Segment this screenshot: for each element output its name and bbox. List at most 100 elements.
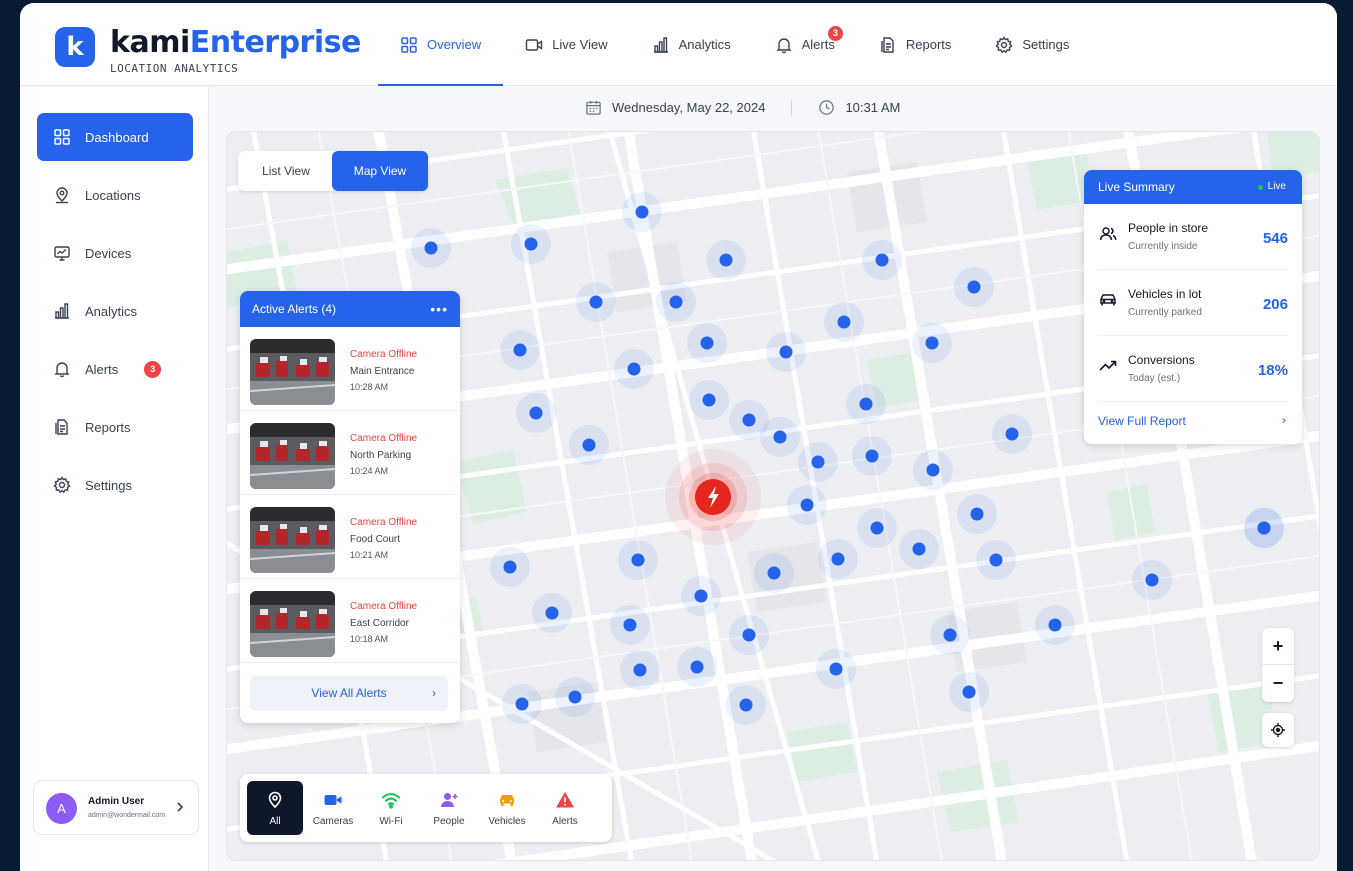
device-marker[interactable]: [976, 540, 1016, 580]
summary-row-people: People in store Currently inside 546: [1098, 204, 1288, 270]
device-marker[interactable]: [689, 380, 729, 420]
wifi-icon: [381, 793, 401, 809]
alert-item[interactable]: Camera Offline Food Court 10:21 AM: [240, 495, 460, 579]
alert-item[interactable]: Camera Offline East Corridor 10:18 AM: [240, 579, 460, 663]
device-marker[interactable]: [555, 677, 595, 717]
device-marker[interactable]: [532, 593, 572, 633]
topnav-settings[interactable]: Settings: [973, 3, 1091, 86]
device-marker[interactable]: [656, 282, 696, 322]
view-all-alerts-label: View All Alerts: [311, 686, 387, 700]
topnav-alerts[interactable]: Alerts 3: [753, 3, 857, 86]
device-marker[interactable]: [760, 417, 800, 457]
device-marker[interactable]: [1244, 508, 1284, 548]
device-marker[interactable]: [620, 650, 660, 690]
device-marker[interactable]: [614, 349, 654, 389]
device-marker[interactable]: [766, 332, 806, 372]
live-indicator: Live: [1257, 170, 1286, 204]
device-marker[interactable]: [857, 508, 897, 548]
device-marker[interactable]: [576, 282, 616, 322]
device-marker[interactable]: [852, 436, 892, 476]
device-marker[interactable]: [1132, 560, 1172, 600]
device-marker[interactable]: [912, 323, 952, 363]
map-view[interactable]: List View Map View Active Alerts (4) •••…: [226, 131, 1320, 861]
sidebar-item-reports[interactable]: Reports: [37, 403, 193, 451]
chevron-right-icon: ›: [432, 686, 436, 700]
sidebar-item-settings[interactable]: Settings: [37, 461, 193, 509]
chevron-right-icon[interactable]: ›: [1282, 413, 1286, 427]
more-options-icon[interactable]: •••: [430, 291, 448, 327]
view-all-alerts-button[interactable]: View All Alerts ›: [250, 676, 448, 711]
device-marker[interactable]: [622, 192, 662, 232]
device-marker[interactable]: [687, 323, 727, 363]
summary-value: 546: [1262, 230, 1288, 247]
device-marker[interactable]: [677, 647, 717, 687]
topnav-analytics[interactable]: Analytics: [630, 3, 753, 86]
alert-item[interactable]: Camera Offline North Parking 10:24 AM: [240, 411, 460, 495]
device-marker[interactable]: [862, 240, 902, 280]
device-marker[interactable]: [681, 576, 721, 616]
device-marker[interactable]: [992, 414, 1032, 454]
filter-cameras[interactable]: Cameras: [305, 781, 361, 835]
device-marker[interactable]: [618, 540, 658, 580]
user-profile-card[interactable]: A Admin User admin@wondermail.com: [33, 780, 199, 835]
sidebar-item-analytics[interactable]: Analytics: [37, 287, 193, 335]
device-marker[interactable]: [511, 224, 551, 264]
device-marker[interactable]: [610, 605, 650, 645]
list-view-button[interactable]: List View: [244, 151, 328, 191]
device-marker[interactable]: [502, 684, 542, 724]
topnav-label: Reports: [905, 37, 952, 52]
zoom-out-button[interactable]: −: [1262, 665, 1294, 702]
topnav-live-view[interactable]: Live View: [503, 3, 629, 86]
alert-item[interactable]: Camera Offline Main Entrance 10:28 AM: [240, 327, 460, 411]
filter-people[interactable]: People: [421, 781, 477, 835]
location-pin-icon: [56, 187, 68, 204]
device-marker[interactable]: [726, 685, 766, 725]
alert-marker[interactable]: [665, 449, 761, 545]
zoom-controls: + −: [1262, 628, 1294, 702]
map-view-button[interactable]: Map View: [332, 151, 428, 191]
device-marker[interactable]: [490, 547, 530, 587]
view-full-report-link[interactable]: View Full Report: [1098, 414, 1186, 428]
brand[interactable]: k kamiEnterprise LOCATION ANALYTICS: [44, 15, 361, 75]
filter-alerts[interactable]: Alerts: [537, 781, 593, 835]
sidebar-item-devices[interactable]: Devices: [37, 229, 193, 277]
filter-all[interactable]: All: [247, 781, 303, 835]
locate-button[interactable]: [1262, 713, 1294, 747]
filter-vehicles[interactable]: Vehicles: [479, 781, 535, 835]
device-marker[interactable]: [899, 529, 939, 569]
device-marker[interactable]: [954, 267, 994, 307]
zoom-in-button[interactable]: +: [1262, 628, 1294, 665]
location-pin-icon: [268, 791, 282, 809]
topnav-overview[interactable]: Overview: [378, 3, 504, 86]
filter-wifi[interactable]: Wi-Fi: [363, 781, 419, 835]
device-marker[interactable]: [818, 539, 858, 579]
device-marker[interactable]: [930, 615, 970, 655]
alert-time: 10:18 AM: [350, 634, 389, 644]
current-time: 10:31 AM: [845, 100, 901, 115]
sidebar-item-alerts[interactable]: Alerts 3: [37, 345, 193, 393]
alert-time: 10:21 AM: [350, 550, 389, 560]
device-marker[interactable]: [798, 442, 838, 482]
device-marker[interactable]: [957, 494, 997, 534]
summary-title: Live Summary: [1098, 180, 1175, 194]
sidebar-item-locations[interactable]: Locations: [37, 171, 193, 219]
alert-status: Camera Offline: [350, 349, 418, 360]
sidebar-item-label: Locations: [85, 187, 141, 203]
device-marker[interactable]: [569, 425, 609, 465]
device-marker[interactable]: [754, 553, 794, 593]
device-marker[interactable]: [949, 672, 989, 712]
topnav-reports[interactable]: Reports: [857, 3, 974, 86]
camera-thumbnail: [250, 423, 335, 489]
device-marker[interactable]: [729, 615, 769, 655]
device-marker[interactable]: [706, 240, 746, 280]
device-marker[interactable]: [516, 393, 556, 433]
device-marker[interactable]: [787, 485, 827, 525]
device-marker[interactable]: [500, 330, 540, 370]
device-marker[interactable]: [1035, 605, 1075, 645]
device-marker[interactable]: [411, 228, 451, 268]
sidebar-item-dashboard[interactable]: Dashboard: [37, 113, 193, 161]
device-marker[interactable]: [913, 450, 953, 490]
device-marker[interactable]: [824, 302, 864, 342]
device-marker[interactable]: [816, 649, 856, 689]
device-marker[interactable]: [846, 384, 886, 424]
